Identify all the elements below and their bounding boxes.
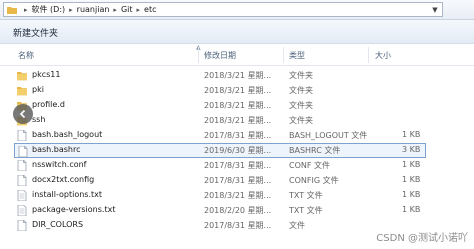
column-header: ▲ 名称 修改日期 类型 大小	[0, 44, 474, 66]
file-row[interactable]: ssh 2018/3/21 星期... 文件夹	[14, 113, 426, 128]
file-type: 文件夹	[289, 101, 313, 110]
file-size: 1 KB	[402, 190, 421, 199]
file-name: install-options.txt	[32, 190, 102, 199]
file-type: TXT 文件	[289, 206, 323, 215]
chevron-left-icon	[19, 109, 26, 119]
file-icon	[17, 130, 27, 141]
file-size: 1 KB	[402, 205, 421, 214]
file-type: 文件夹	[289, 71, 313, 80]
file-name: pkcs11	[32, 70, 61, 79]
file-name: nsswitch.conf	[32, 160, 87, 169]
address-bar: ▸ 软件 (D:) ▸ ruanjian ▸ Git ▸ etc ▼	[0, 0, 474, 20]
file-modified: 2018/3/21 星期...	[204, 71, 272, 80]
file-size: 1 KB	[402, 175, 421, 184]
file-name: bash.bash_logout	[32, 130, 103, 139]
column-modified[interactable]: 修改日期	[204, 50, 236, 61]
file-modified: 2017/8/31 星期...	[204, 161, 272, 170]
chevron-down-icon[interactable]: ▼	[428, 2, 442, 17]
chevron-right-icon: ▸	[69, 5, 73, 14]
file-type: CONFIG 文件	[289, 176, 339, 185]
column-type[interactable]: 类型	[289, 50, 305, 61]
file-modified: 2018/3/21 星期...	[204, 191, 272, 200]
file-size: 1 KB	[402, 160, 421, 169]
file-modified: 2019/6/30 星期...	[204, 146, 272, 155]
file-name: pki	[32, 85, 44, 94]
file-row[interactable]: nsswitch.conf 2017/8/31 星期... CONF 文件 1 …	[14, 158, 426, 173]
text-file-icon	[17, 190, 27, 201]
file-row[interactable]: bash.bash_logout 2017/8/31 星期... BASH_LO…	[14, 128, 426, 143]
breadcrumb-ruanjian[interactable]: ruanjian	[77, 5, 110, 14]
address-box[interactable]: ▸ 软件 (D:) ▸ ruanjian ▸ Git ▸ etc	[3, 2, 443, 17]
file-row[interactable]: docx2txt.config 2017/8/31 星期... CONFIG 文…	[14, 173, 426, 188]
file-row[interactable]: DIR_COLORS 2017/8/31 星期... 文件	[14, 218, 426, 233]
column-divider[interactable]	[283, 47, 284, 63]
file-type: 文件夹	[289, 116, 313, 125]
toolbar: 新建文件夹	[0, 20, 474, 44]
file-size: 1 KB	[402, 130, 421, 139]
folder-path-icon	[7, 6, 17, 14]
file-modified: 2018/2/20 星期...	[204, 206, 272, 215]
folder-icon	[17, 87, 27, 96]
chevron-right-icon: ▸	[24, 5, 28, 14]
chevron-right-icon: ▸	[113, 5, 117, 14]
file-row[interactable]: pkcs11 2018/3/21 星期... 文件夹	[14, 68, 426, 83]
column-size[interactable]: 大小	[375, 50, 391, 61]
file-row[interactable]: install-options.txt 2018/3/21 星期... TXT …	[14, 188, 426, 203]
column-divider[interactable]	[368, 47, 369, 63]
file-icon	[17, 220, 27, 231]
file-type: 文件夹	[289, 86, 313, 95]
file-modified: 2018/3/21 星期...	[204, 116, 272, 125]
file-icon	[18, 146, 28, 157]
column-divider[interactable]	[198, 47, 199, 63]
column-name[interactable]: 名称	[18, 50, 34, 61]
file-name: bash.bashrc	[32, 145, 81, 154]
file-name: package-versions.txt	[32, 205, 116, 214]
file-row-selected[interactable]: bash.bashrc 2019/6/30 星期... BASHRC 文件 3 …	[14, 143, 426, 158]
file-name: ssh	[32, 115, 46, 124]
file-row[interactable]: package-versions.txt 2018/2/20 星期... TXT…	[14, 203, 426, 218]
folder-icon	[17, 72, 27, 81]
file-type: CONF 文件	[289, 161, 331, 170]
file-type: BASH_LOGOUT 文件	[289, 131, 368, 140]
breadcrumb-etc[interactable]: etc	[144, 5, 156, 14]
file-type: BASHRC 文件	[289, 146, 341, 155]
breadcrumb-drive[interactable]: 软件 (D:)	[32, 4, 66, 15]
file-row[interactable]: profile.d 2018/3/21 星期... 文件夹	[14, 98, 426, 113]
file-type: 文件	[289, 221, 305, 230]
file-name: DIR_COLORS	[32, 220, 84, 229]
file-type: TXT 文件	[289, 191, 323, 200]
text-file-icon	[17, 205, 27, 216]
file-modified: 2017/8/31 星期...	[204, 131, 272, 140]
back-arrow-button[interactable]	[13, 104, 33, 124]
file-explorer-window: ▸ 软件 (D:) ▸ ruanjian ▸ Git ▸ etc ▼ 新建文件夹…	[0, 0, 474, 249]
file-modified: 2017/8/31 星期...	[204, 176, 272, 185]
chevron-right-icon: ▸	[136, 5, 141, 14]
file-icon	[17, 160, 27, 171]
file-modified: 2017/8/31 星期...	[204, 221, 272, 230]
watermark: CSDN @测试小诺吖	[376, 233, 468, 244]
new-folder-button[interactable]: 新建文件夹	[13, 26, 58, 39]
breadcrumb-git[interactable]: Git	[121, 5, 133, 14]
file-modified: 2018/3/21 星期...	[204, 86, 272, 95]
file-row[interactable]: pki 2018/3/21 星期... 文件夹	[14, 83, 426, 98]
file-modified: 2018/3/21 星期...	[204, 101, 272, 110]
file-name: docx2txt.config	[32, 175, 95, 184]
file-icon	[17, 175, 27, 186]
file-name: profile.d	[32, 100, 65, 109]
file-size: 3 KB	[402, 145, 421, 154]
